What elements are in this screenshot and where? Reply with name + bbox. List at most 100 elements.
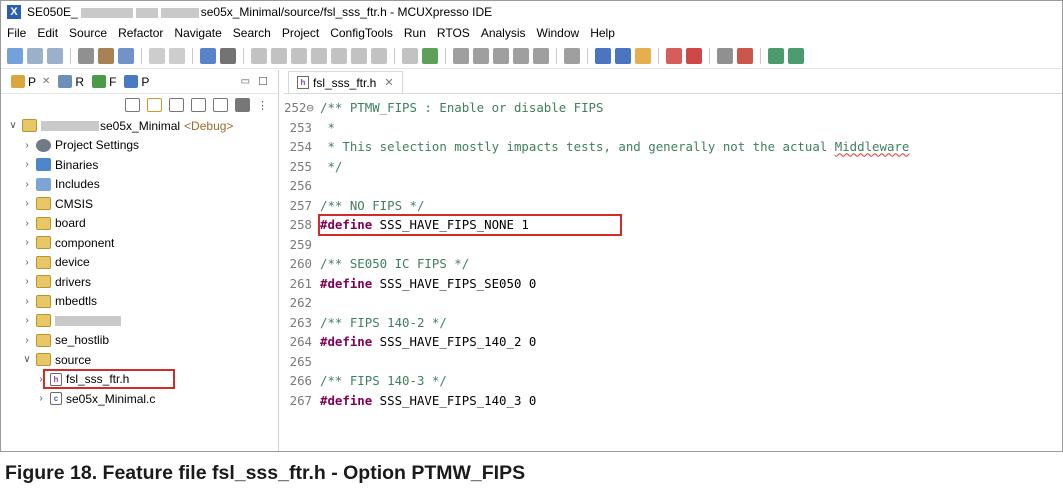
chevron-right-icon[interactable]: › — [21, 198, 33, 209]
tree-item[interactable]: › Project Settings — [1, 136, 278, 156]
chevron-right-icon[interactable]: › — [21, 276, 33, 287]
menu-item-project[interactable]: Project — [282, 26, 319, 40]
chevron-down-icon[interactable]: ∨ — [7, 120, 19, 131]
tree-item[interactable]: › CMSIS — [1, 194, 278, 214]
trace-icon[interactable] — [533, 47, 549, 64]
tab-project-explorer[interactable]: P ✕ — [11, 75, 50, 89]
tree-item[interactable]: › drivers — [1, 272, 278, 292]
tree-item[interactable]: › — [1, 311, 278, 331]
view-menu-icon[interactable] — [235, 98, 250, 112]
info-icon[interactable] — [615, 47, 631, 64]
tree-item[interactable]: › h fsl_sss_ftr.h — [1, 370, 278, 390]
terminal-icon[interactable] — [200, 47, 216, 64]
more-icon[interactable]: ⋮ — [257, 99, 268, 112]
tree-item[interactable]: ∨ se05x_Minimal <Debug> — [1, 116, 278, 136]
chevron-right-icon[interactable]: › — [21, 296, 33, 307]
resume-icon[interactable] — [251, 47, 267, 64]
line-number: 259 — [289, 236, 312, 252]
save-icon[interactable] — [27, 47, 43, 64]
clear-icon[interactable] — [564, 47, 580, 64]
menu-item-refactor[interactable]: Refactor — [118, 26, 163, 40]
debug-icon[interactable] — [737, 47, 753, 64]
flash-icon[interactable] — [453, 47, 469, 64]
step-over-icon[interactable] — [351, 47, 367, 64]
menu-item-navigate[interactable]: Navigate — [174, 26, 221, 40]
chevron-right-icon[interactable]: › — [21, 140, 33, 151]
new-icon[interactable] — [7, 47, 23, 64]
chevron-down-icon[interactable]: ∨ — [21, 354, 33, 365]
menu-item-window[interactable]: Window — [537, 26, 580, 40]
step-into-icon[interactable] — [331, 47, 347, 64]
minimize-icon[interactable]: ▭ — [241, 76, 250, 87]
toolbar-separator — [709, 47, 710, 64]
close-icon[interactable]: ✕ — [384, 76, 393, 89]
registers-icon[interactable] — [493, 47, 509, 64]
probe-icon[interactable] — [686, 47, 702, 64]
suspend-icon[interactable] — [271, 47, 287, 64]
close-icon[interactable]: ✕ — [42, 76, 50, 87]
pointer-icon[interactable] — [220, 47, 236, 64]
menu-item-source[interactable]: Source — [69, 26, 107, 40]
forward-icon[interactable] — [169, 47, 185, 64]
save-all-icon[interactable] — [47, 47, 63, 64]
menu-item-help[interactable]: Help — [590, 26, 615, 40]
code-area[interactable]: 252⊖ /** PTMW_FIPS : Enable or disable FI… — [284, 94, 1062, 410]
mcu-icon[interactable] — [422, 47, 438, 64]
binary-icon[interactable] — [118, 47, 134, 64]
menu-item-file[interactable]: File — [7, 26, 26, 40]
sync-icon[interactable] — [213, 98, 228, 112]
memory-icon[interactable] — [513, 47, 529, 64]
menu-item-edit[interactable]: Edit — [37, 26, 58, 40]
code-line: 254 * This selection mostly impacts test… — [284, 137, 1062, 157]
menu-item-search[interactable]: Search — [233, 26, 271, 40]
tree-item[interactable]: › se_hostlib — [1, 331, 278, 351]
peripheral-icon[interactable] — [473, 47, 489, 64]
chevron-right-icon[interactable]: › — [21, 159, 33, 170]
chevron-right-icon[interactable]: › — [21, 218, 33, 229]
tree-item[interactable]: › component — [1, 233, 278, 253]
filter-icon[interactable] — [169, 98, 184, 112]
chevron-right-icon[interactable]: › — [35, 374, 47, 385]
tree-item[interactable]: › board — [1, 214, 278, 234]
bug-alt-icon[interactable] — [788, 47, 804, 64]
tree-item[interactable]: › mbedtls — [1, 292, 278, 312]
tab-registers[interactable]: R — [58, 75, 84, 89]
home-icon[interactable] — [635, 47, 651, 64]
grid-icon[interactable] — [191, 98, 206, 112]
debug-settings-icon[interactable] — [78, 47, 94, 64]
maximize-icon[interactable]: ☐ — [258, 75, 268, 88]
tree-item[interactable]: › Includes — [1, 175, 278, 195]
tab-faults[interactable]: F — [92, 75, 116, 89]
menu-item-rtos[interactable]: RTOS — [437, 26, 470, 40]
back-icon[interactable] — [149, 47, 165, 64]
bug-icon[interactable] — [768, 47, 784, 64]
collapse-all-icon[interactable] — [125, 98, 140, 112]
chevron-right-icon[interactable]: › — [21, 315, 33, 326]
instruction-step-icon[interactable] — [402, 47, 418, 64]
link-icon[interactable] — [666, 47, 682, 64]
menu-item-analysis[interactable]: Analysis — [481, 26, 526, 40]
tree-item[interactable]: ∨ source — [1, 350, 278, 370]
chevron-right-icon[interactable]: › — [21, 237, 33, 248]
chevron-right-icon[interactable]: › — [35, 393, 47, 404]
menu-item-configtools[interactable]: ConfigTools — [330, 26, 393, 40]
chevron-right-icon[interactable]: › — [21, 257, 33, 268]
menu-item-run[interactable]: Run — [404, 26, 426, 40]
tree-item-label: se_hostlib — [55, 333, 110, 348]
link-with-editor-icon[interactable] — [147, 98, 162, 112]
project-icon — [22, 119, 37, 133]
editor-tab-fsl-sss-ftr[interactable]: h fsl_sss_ftr.h ✕ — [288, 71, 403, 93]
terminate-icon[interactable] — [291, 47, 307, 64]
tree-item[interactable]: › Binaries — [1, 155, 278, 175]
tree-item[interactable]: › c se05x_Minimal.c — [1, 389, 278, 409]
step-return-icon[interactable] — [371, 47, 387, 64]
external-tools-icon[interactable] — [717, 47, 733, 64]
tree-item[interactable]: › device — [1, 253, 278, 273]
mcux-icon[interactable] — [595, 47, 611, 64]
header-file-icon: h — [297, 76, 309, 89]
chevron-right-icon[interactable]: › — [21, 179, 33, 190]
disconnect-icon[interactable] — [311, 47, 327, 64]
build-icon[interactable] — [98, 47, 114, 64]
tab-peripherals[interactable]: P — [124, 75, 149, 89]
chevron-right-icon[interactable]: › — [21, 335, 33, 346]
